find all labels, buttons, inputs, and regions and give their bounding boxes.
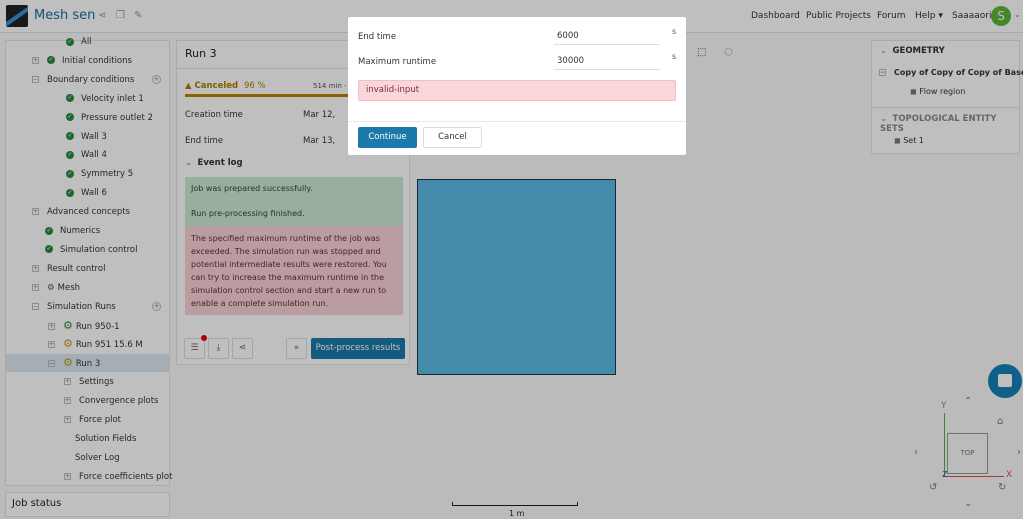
end-time-label: End time <box>358 32 397 42</box>
end-time-unit: s <box>672 27 677 36</box>
max-runtime-label: Maximum runtime <box>358 57 437 67</box>
end-time-input[interactable] <box>554 28 660 45</box>
max-runtime-input[interactable] <box>554 53 660 70</box>
continue-button[interactable]: Continue <box>358 127 417 148</box>
cancel-button[interactable]: Cancel <box>423 127 482 148</box>
run-settings-dialog: End time s Maximum runtime s invalid-inp… <box>348 17 686 155</box>
max-runtime-unit: s <box>672 52 677 61</box>
divider <box>348 121 686 122</box>
error-message: invalid-input <box>358 80 676 101</box>
